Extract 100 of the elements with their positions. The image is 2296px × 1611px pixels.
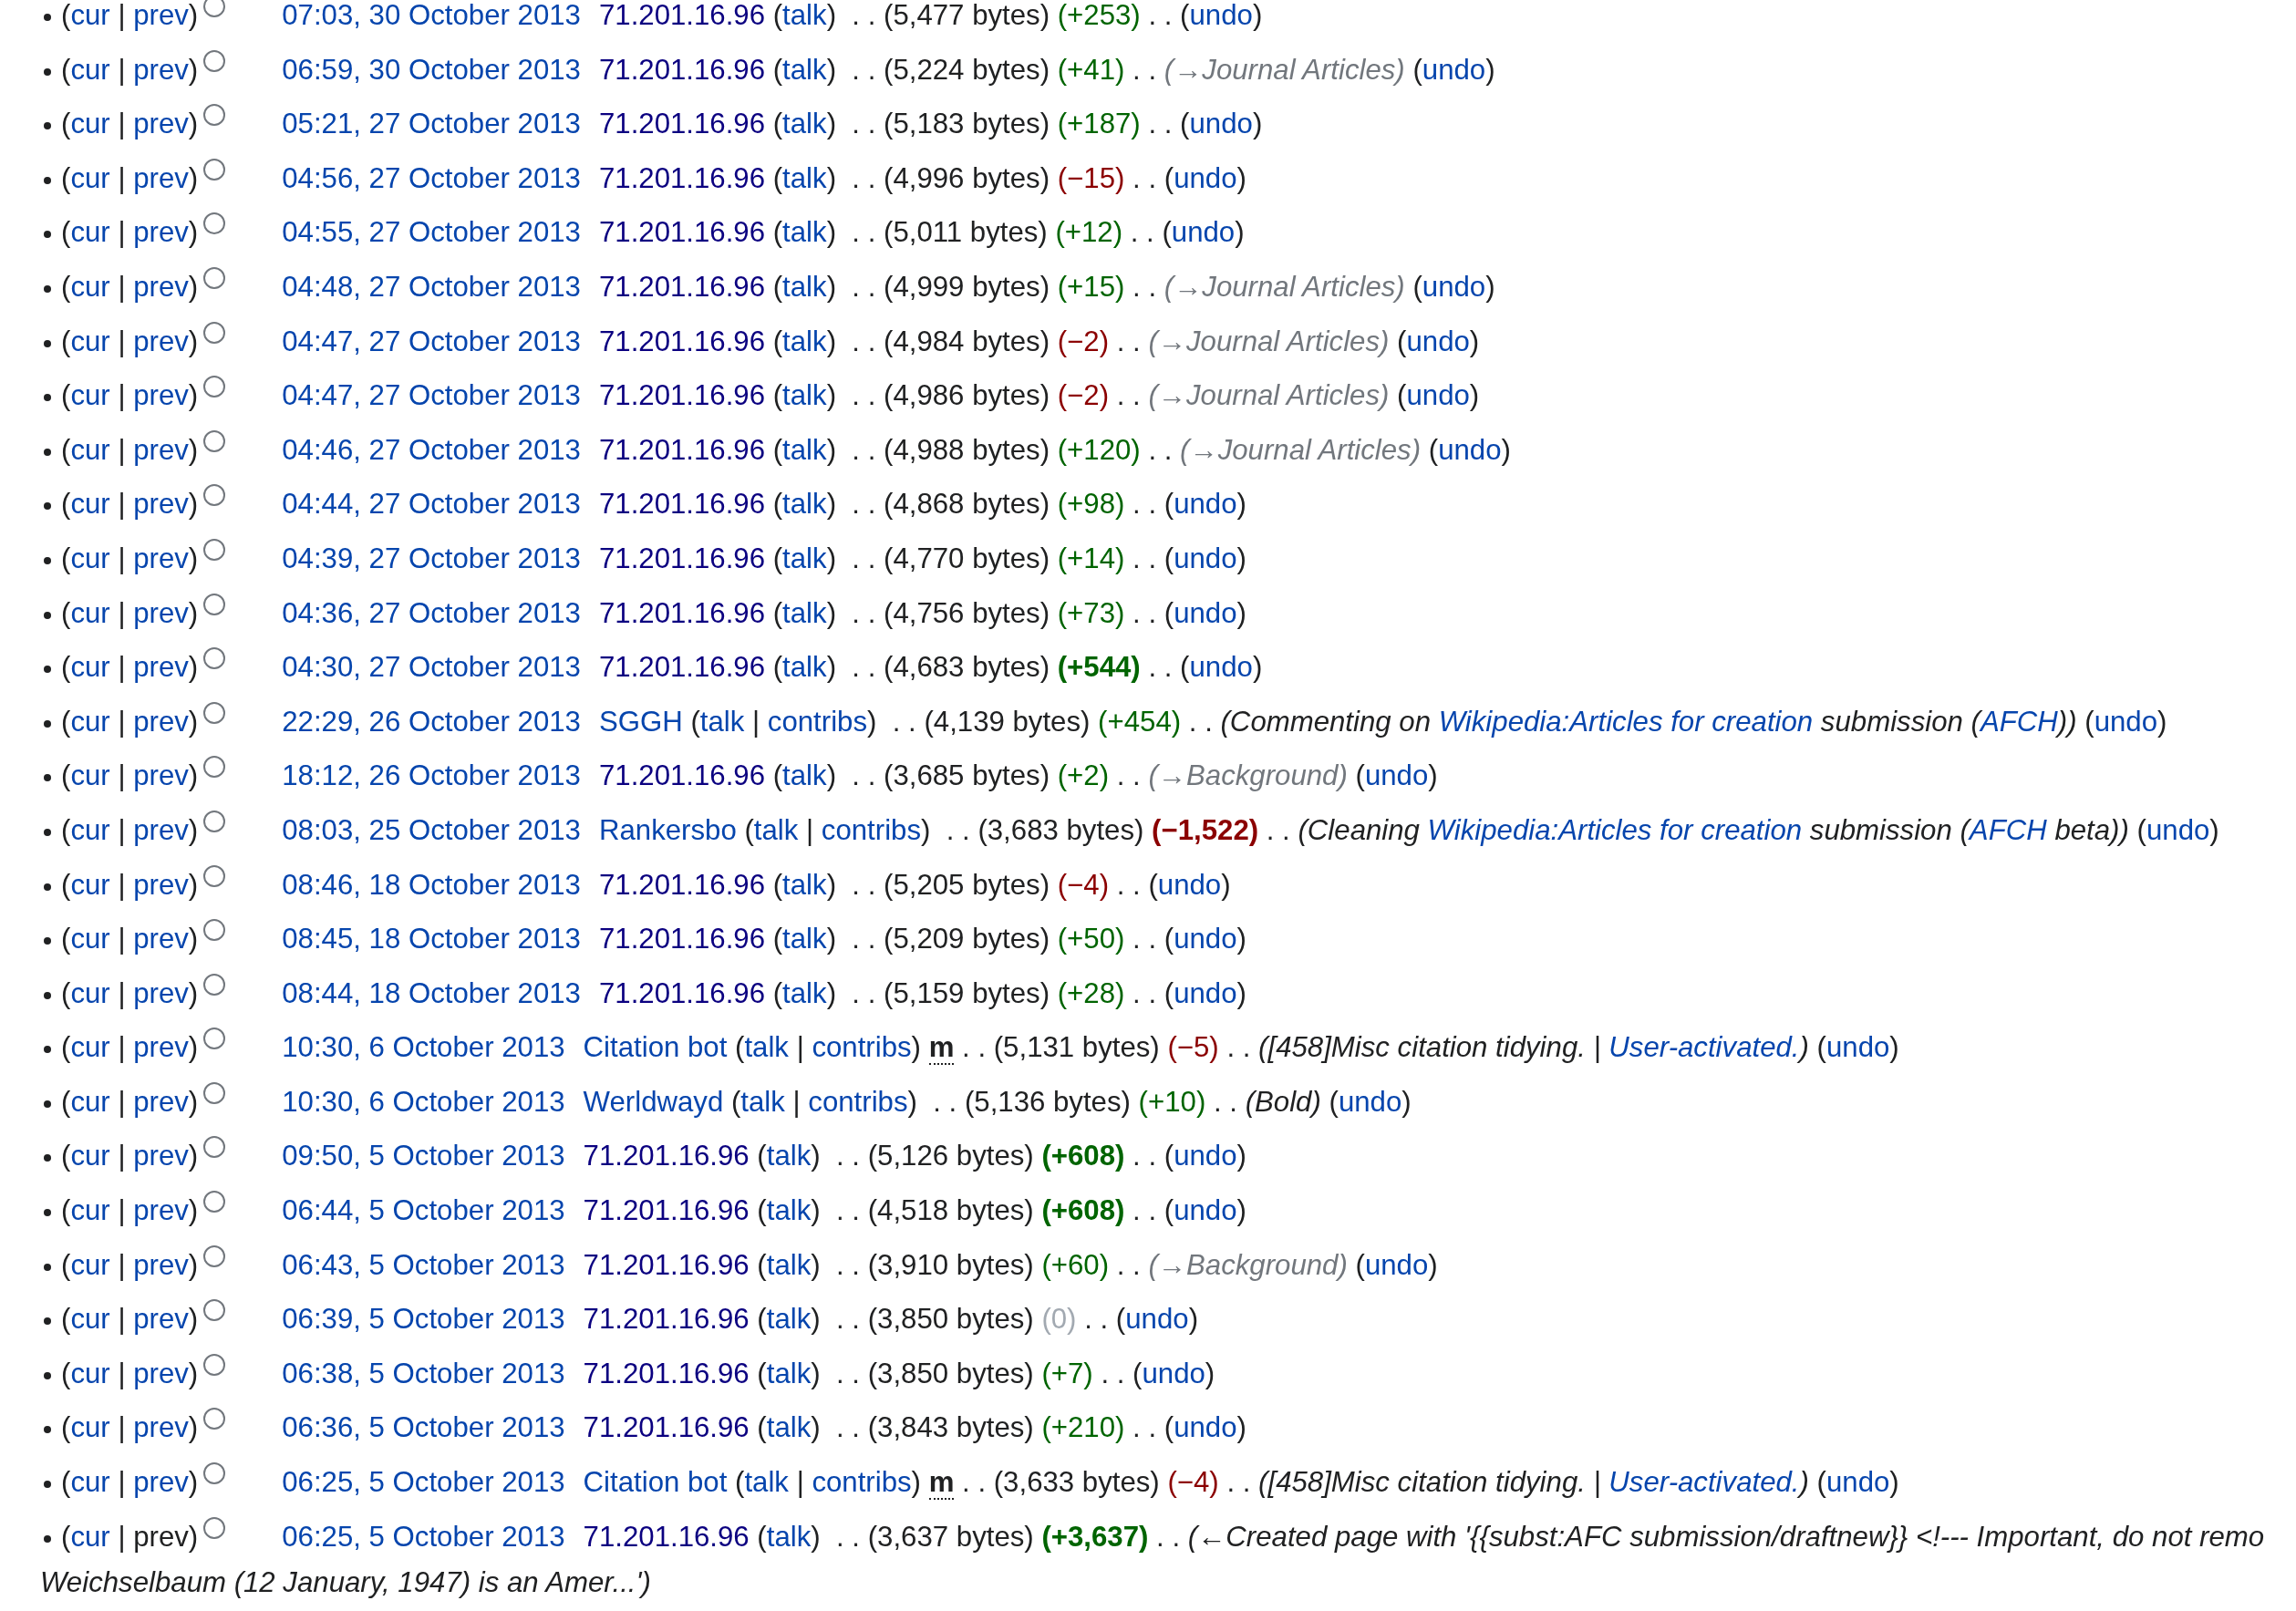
radio-button[interactable] bbox=[203, 973, 226, 996]
history-link[interactable]: prev bbox=[133, 542, 189, 574]
history-link[interactable]: talk bbox=[766, 1194, 812, 1227]
user-link[interactable]: 71.201.16.96 bbox=[598, 542, 766, 574]
history-link[interactable]: undo bbox=[1438, 433, 1502, 466]
radio-button[interactable] bbox=[203, 1081, 226, 1104]
radio-button[interactable] bbox=[203, 1191, 226, 1213]
date-link[interactable]: 04:56, 27 October 2013 bbox=[282, 161, 581, 194]
date-link[interactable]: 04:44, 27 October 2013 bbox=[282, 488, 581, 521]
history-link[interactable]: talk bbox=[782, 0, 827, 31]
user-link[interactable]: 71.201.16.96 bbox=[598, 596, 766, 629]
history-link[interactable]: prev bbox=[133, 108, 189, 140]
date-link[interactable]: 09:50, 5 October 2013 bbox=[282, 1140, 565, 1172]
radio-button[interactable] bbox=[203, 756, 226, 779]
history-link[interactable]: talk bbox=[782, 325, 827, 357]
date-link[interactable]: 06:38, 5 October 2013 bbox=[282, 1357, 565, 1389]
date-link[interactable]: 08:45, 18 October 2013 bbox=[282, 923, 581, 955]
history-link[interactable]: Citation bot bbox=[583, 1031, 728, 1064]
date-link[interactable]: 07:03, 30 October 2013 bbox=[282, 0, 581, 31]
user-link[interactable]: 71.201.16.96 bbox=[583, 1411, 750, 1444]
history-link[interactable]: cur bbox=[70, 868, 110, 901]
history-link[interactable]: undo bbox=[1338, 1085, 1402, 1118]
radio-button[interactable] bbox=[203, 1028, 226, 1050]
history-link[interactable]: cur bbox=[70, 1194, 110, 1227]
history-link[interactable]: undo bbox=[1364, 759, 1429, 792]
history-link[interactable]: talk bbox=[699, 705, 745, 738]
history-link[interactable]: talk bbox=[782, 379, 827, 412]
radio-button[interactable] bbox=[203, 919, 226, 942]
history-link[interactable]: undo bbox=[1825, 1031, 1890, 1064]
history-link[interactable]: undo bbox=[1171, 216, 1236, 249]
radio-button[interactable] bbox=[203, 593, 226, 615]
user-link[interactable]: 71.201.16.96 bbox=[598, 108, 766, 140]
history-link[interactable]: undo bbox=[1125, 1303, 1189, 1336]
date-link[interactable]: 04:36, 27 October 2013 bbox=[282, 596, 581, 629]
history-link[interactable]: cur bbox=[70, 923, 110, 955]
history-link[interactable]: prev bbox=[133, 813, 189, 846]
history-link[interactable]: prev bbox=[133, 596, 189, 629]
user-link[interactable]: 71.201.16.96 bbox=[583, 1248, 750, 1281]
radio-button[interactable] bbox=[203, 49, 226, 72]
history-link[interactable]: undo bbox=[1174, 1140, 1237, 1172]
history-link[interactable]: talk bbox=[782, 108, 827, 140]
history-link[interactable]: Citation bot bbox=[583, 1466, 728, 1499]
date-link[interactable]: 04:47, 27 October 2013 bbox=[282, 379, 581, 412]
history-link[interactable]: cur bbox=[70, 53, 110, 86]
history-link[interactable]: prev bbox=[133, 325, 189, 357]
date-link[interactable]: 06:59, 30 October 2013 bbox=[282, 53, 581, 86]
date-link[interactable]: 06:43, 5 October 2013 bbox=[282, 1248, 565, 1281]
history-link[interactable]: cur bbox=[70, 813, 110, 846]
history-link[interactable]: talk bbox=[782, 651, 827, 684]
user-link[interactable]: 71.201.16.96 bbox=[583, 1520, 750, 1553]
history-link[interactable]: talk bbox=[782, 53, 827, 86]
date-link[interactable]: 04:55, 27 October 2013 bbox=[282, 216, 581, 249]
history-link[interactable]: cur bbox=[70, 596, 110, 629]
radio-button[interactable] bbox=[203, 810, 226, 832]
history-link[interactable]: talk bbox=[782, 542, 827, 574]
history-link[interactable]: cur bbox=[70, 1411, 110, 1444]
history-link[interactable]: talk bbox=[766, 1303, 812, 1336]
date-link[interactable]: 22:29, 26 October 2013 bbox=[282, 705, 581, 738]
history-link[interactable]: prev bbox=[133, 923, 189, 955]
history-link[interactable]: prev bbox=[133, 1031, 189, 1064]
history-link[interactable]: prev bbox=[133, 868, 189, 901]
user-link[interactable]: 71.201.16.96 bbox=[598, 868, 766, 901]
history-link[interactable]: prev bbox=[133, 53, 189, 86]
user-link[interactable]: 71.201.16.96 bbox=[598, 923, 766, 955]
history-link[interactable]: talk bbox=[766, 1140, 812, 1172]
history-link[interactable]: talk bbox=[753, 813, 799, 846]
history-link[interactable]: undo bbox=[1189, 651, 1253, 684]
history-link[interactable]: talk bbox=[766, 1520, 812, 1553]
date-link[interactable]: 04:39, 27 October 2013 bbox=[282, 542, 581, 574]
user-link[interactable]: 71.201.16.96 bbox=[598, 53, 766, 86]
history-link[interactable]: talk bbox=[740, 1085, 785, 1118]
history-link[interactable]: cur bbox=[70, 1085, 110, 1118]
history-link[interactable]: prev bbox=[133, 379, 189, 412]
history-link[interactable]: cur bbox=[70, 1140, 110, 1172]
user-link[interactable]: 71.201.16.96 bbox=[583, 1303, 750, 1336]
history-link[interactable]: prev bbox=[133, 216, 189, 249]
history-link[interactable]: cur bbox=[70, 108, 110, 140]
date-link[interactable]: 08:46, 18 October 2013 bbox=[282, 868, 581, 901]
history-link[interactable]: undo bbox=[1174, 596, 1237, 629]
history-link[interactable]: cur bbox=[70, 1031, 110, 1064]
history-link[interactable]: prev bbox=[133, 1466, 189, 1499]
radio-button[interactable] bbox=[203, 429, 226, 452]
history-link[interactable]: undo bbox=[1142, 1357, 1205, 1389]
radio-button[interactable] bbox=[203, 1244, 226, 1267]
history-link[interactable]: undo bbox=[1189, 108, 1253, 140]
history-link[interactable]: cur bbox=[70, 379, 110, 412]
history-link[interactable]: prev bbox=[133, 1248, 189, 1281]
radio-button[interactable] bbox=[203, 484, 226, 507]
radio-button[interactable] bbox=[203, 1353, 226, 1376]
history-link[interactable]: cur bbox=[70, 270, 110, 303]
history-link[interactable]: cur bbox=[70, 1520, 110, 1553]
radio-button[interactable] bbox=[203, 266, 226, 289]
history-link[interactable]: talk bbox=[782, 270, 827, 303]
date-link[interactable]: 04:30, 27 October 2013 bbox=[282, 651, 581, 684]
date-link[interactable]: 10:30, 6 October 2013 bbox=[282, 1085, 565, 1118]
date-link[interactable]: 04:47, 27 October 2013 bbox=[282, 325, 581, 357]
history-link[interactable]: undo bbox=[1174, 488, 1237, 521]
history-link[interactable]: undo bbox=[1157, 868, 1222, 901]
history-link[interactable]: undo bbox=[1174, 976, 1237, 1009]
radio-button[interactable] bbox=[203, 212, 226, 235]
